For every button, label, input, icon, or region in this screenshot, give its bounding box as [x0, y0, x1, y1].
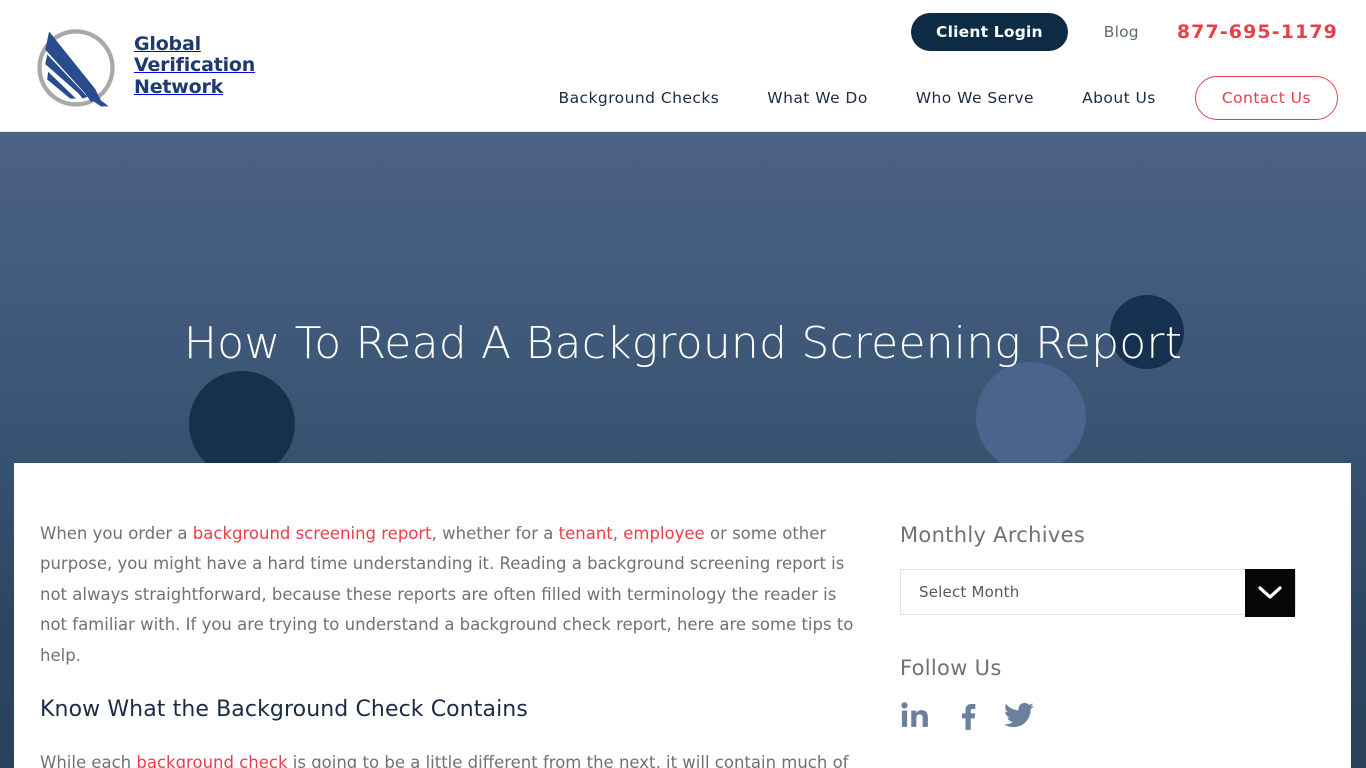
client-login-button[interactable]: Client Login — [911, 13, 1068, 51]
feather-quill-circle-logo — [37, 29, 115, 107]
article-body: When you order a background screening re… — [40, 519, 900, 768]
logo-line-2: Verification — [134, 54, 256, 77]
contact-us-button[interactable]: Contact Us — [1194, 76, 1338, 120]
link-background-check[interactable]: background check — [136, 753, 287, 768]
monthly-archives-selected-value: Select Month — [919, 583, 1020, 601]
page-title: How To Read A Background Screening Repor… — [183, 318, 1183, 369]
text-fragment: While each — [40, 753, 137, 768]
link-tenant[interactable]: tenant — [559, 524, 613, 543]
sidebar: Monthly Archives Select Month Follow Us — [900, 519, 1310, 768]
content-card: When you order a background screening re… — [14, 463, 1351, 768]
link-employee[interactable]: employee — [623, 524, 704, 543]
link-background-screening-report[interactable]: background screening report — [193, 524, 432, 543]
paragraph-contains: While each background check is going to … — [40, 748, 860, 768]
section-heading-know-what-contains: Know What the Background Check Contains — [40, 697, 528, 723]
text-fragment: When you order a — [40, 524, 193, 543]
nav-item-what-we-do[interactable]: What We Do — [767, 89, 867, 107]
site-logo[interactable]: Global Verification Network — [28, 18, 255, 114]
chevron-down-icon[interactable] — [1245, 569, 1295, 617]
nav-item-background-checks[interactable]: Background Checks — [558, 89, 719, 107]
main-navigation: Background Checks What We Do Who We Serv… — [558, 74, 1338, 122]
social-links — [900, 700, 1310, 730]
logo-line-3: Network — [134, 75, 224, 98]
widget-title-follow-us: Follow Us — [900, 656, 1002, 680]
widget-title-monthly-archives: Monthly Archives — [900, 523, 1086, 547]
decor-circle-right-light — [976, 362, 1086, 472]
decor-circle-left — [189, 371, 295, 477]
logo-line-1: Global — [134, 33, 201, 56]
text-fragment: or some other purpose, you might have a … — [40, 524, 854, 665]
blog-link[interactable]: Blog — [1104, 23, 1139, 41]
facebook-icon[interactable] — [952, 700, 982, 730]
twitter-icon[interactable] — [1004, 700, 1036, 730]
linkedin-icon[interactable] — [900, 700, 930, 730]
paragraph-intro: When you order a background screening re… — [40, 519, 860, 671]
monthly-archives-select[interactable]: Select Month — [900, 569, 1296, 617]
phone-number-link[interactable]: 877-695-1179 — [1177, 21, 1338, 43]
logo-wordmark: Global Verification Network — [134, 33, 256, 98]
hero-banner: How To Read A Background Screening Repor… — [0, 132, 1366, 768]
text-fragment: , — [612, 524, 624, 543]
nav-item-who-we-serve[interactable]: Who We Serve — [916, 89, 1034, 107]
text-fragment: , whether for a — [431, 524, 559, 543]
site-header: Global Verification Network Client Login… — [0, 0, 1366, 132]
nav-item-about-us[interactable]: About Us — [1082, 89, 1156, 107]
header-utility-row: Client Login Blog 877-695-1179 — [911, 13, 1338, 51]
